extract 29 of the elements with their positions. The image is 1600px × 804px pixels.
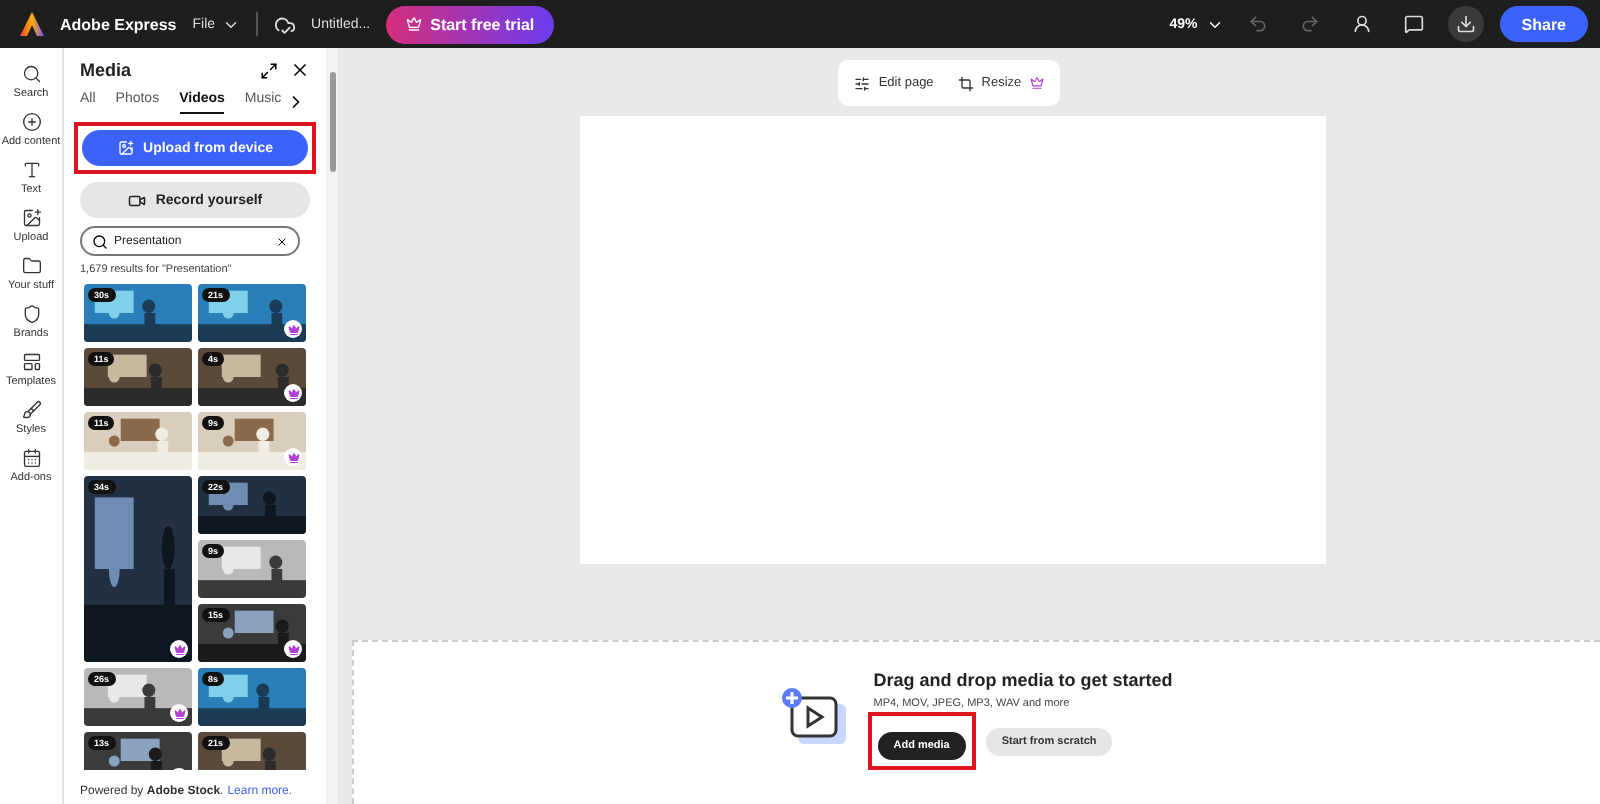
expand-icon[interactable] — [260, 61, 278, 79]
search-icon — [92, 233, 108, 249]
crown-icon — [1029, 76, 1044, 90]
crop-icon — [957, 75, 974, 91]
clear-icon[interactable] — [276, 235, 288, 247]
calendar-icon — [21, 448, 41, 469]
panel-title: Media — [80, 60, 132, 80]
brush-icon — [21, 400, 41, 421]
search-icon — [21, 64, 41, 84]
video-camera-icon — [127, 191, 146, 209]
sliders-icon — [854, 75, 871, 91]
video-add-icon — [781, 687, 850, 747]
download-icon[interactable] — [1447, 6, 1484, 42]
plus-circle-icon — [21, 112, 41, 133]
share-button[interactable]: Share — [1499, 6, 1588, 42]
scrollbar-thumb[interactable] — [329, 72, 335, 172]
app-name: Adobe Express — [60, 15, 177, 33]
logo-icon — [20, 12, 44, 36]
template-icon — [21, 352, 41, 373]
text-icon — [21, 160, 41, 181]
folder-icon — [21, 256, 41, 277]
crown-icon — [406, 16, 423, 32]
cloud-icon — [273, 13, 296, 35]
close-icon[interactable] — [290, 60, 310, 80]
image-plus-icon — [117, 140, 134, 156]
trial-button[interactable]: Start free trial — [386, 5, 555, 43]
shield-icon — [21, 304, 41, 325]
image-plus-icon — [21, 208, 41, 229]
drop-zone-title: Drag and drop media to get started — [873, 670, 1173, 690]
